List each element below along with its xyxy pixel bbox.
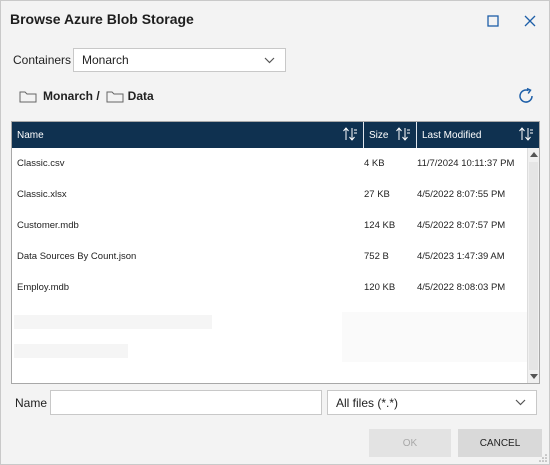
column-header-size[interactable]: Size: [364, 122, 417, 148]
file-row[interactable]: Customer.mdb 124 KB 4/5/2022 8:07:57 PM: [12, 210, 527, 241]
blurred-row: [14, 315, 212, 329]
file-size: 124 KB: [364, 220, 396, 231]
file-modified: 4/5/2022 8:08:03 PM: [417, 282, 506, 293]
close-button[interactable]: [519, 10, 541, 32]
column-header-name[interactable]: Name: [12, 122, 364, 148]
file-name: Classic.xlsx: [17, 189, 67, 200]
cancel-button[interactable]: CANCEL: [458, 429, 542, 457]
file-name: Customer.mdb: [17, 220, 79, 231]
sort-icon: [396, 127, 410, 141]
folder-icon: [106, 91, 124, 103]
blurred-row: [14, 344, 128, 358]
file-name: Employ.mdb: [17, 282, 70, 293]
file-type-select[interactable]: All files (*.*): [327, 390, 537, 415]
file-size: 120 KB: [364, 282, 396, 293]
file-modified: 4/5/2023 1:47:39 AM: [417, 251, 505, 262]
column-header-last-modified[interactable]: Last Modified: [417, 122, 539, 148]
name-input[interactable]: [50, 390, 322, 415]
chevron-down-icon: [515, 399, 526, 406]
scroll-up-icon[interactable]: [530, 152, 538, 157]
file-size: 752 B: [364, 251, 389, 262]
ok-button[interactable]: OK: [369, 429, 451, 457]
file-size: 27 KB: [364, 189, 390, 200]
file-size: 4 KB: [364, 158, 385, 169]
file-row[interactable]: Classic.xlsx 27 KB 4/5/2022 8:07:55 PM: [12, 179, 527, 210]
containers-select[interactable]: Monarch: [73, 48, 286, 72]
chevron-down-icon: [264, 57, 275, 64]
breadcrumb-current: Data: [127, 89, 154, 103]
resize-grip-icon[interactable]: [539, 454, 547, 462]
sort-icon: [343, 127, 357, 141]
file-row[interactable]: Data Sources By Count.json 752 B 4/5/202…: [12, 241, 527, 272]
file-type-value: All files (*.*): [336, 395, 399, 410]
scroll-down-icon[interactable]: [530, 374, 538, 379]
breadcrumb: Monarch / Data: [19, 89, 154, 103]
file-row[interactable]: Classic.csv 4 KB 11/7/2024 10:11:37 PM: [12, 148, 527, 179]
file-name: Classic.csv: [17, 158, 65, 169]
grid-header: Name Size Last Modified: [12, 122, 539, 148]
vertical-scrollbar[interactable]: [527, 148, 539, 383]
file-name: Data Sources By Count.json: [17, 251, 137, 262]
breadcrumb-root[interactable]: Monarch /: [43, 89, 100, 103]
close-icon: [524, 15, 536, 27]
sort-icon: [519, 127, 533, 141]
file-row[interactable]: Employ.mdb 120 KB 4/5/2022 8:08:03 PM: [12, 272, 527, 303]
maximize-icon: [487, 15, 499, 27]
file-modified: 4/5/2022 8:07:57 PM: [417, 220, 506, 231]
containers-value: Monarch: [82, 53, 129, 67]
dialog-title: Browse Azure Blob Storage: [10, 11, 194, 27]
file-modified: 4/5/2022 8:07:55 PM: [417, 189, 506, 200]
name-label: Name: [15, 396, 48, 410]
containers-label: Containers: [13, 53, 72, 67]
refresh-icon: [519, 87, 533, 103]
browse-dialog: Browse Azure Blob Storage Containers Mon…: [0, 0, 550, 465]
blurred-row: [342, 312, 527, 362]
folder-icon: [19, 91, 37, 103]
refresh-button[interactable]: [515, 85, 537, 107]
maximize-button[interactable]: [482, 10, 504, 32]
file-modified: 11/7/2024 10:11:37 PM: [417, 158, 515, 169]
file-grid: Name Size Last Modified Classic.csv 4 KB…: [11, 121, 540, 384]
scroll-thumb[interactable]: [529, 162, 538, 370]
